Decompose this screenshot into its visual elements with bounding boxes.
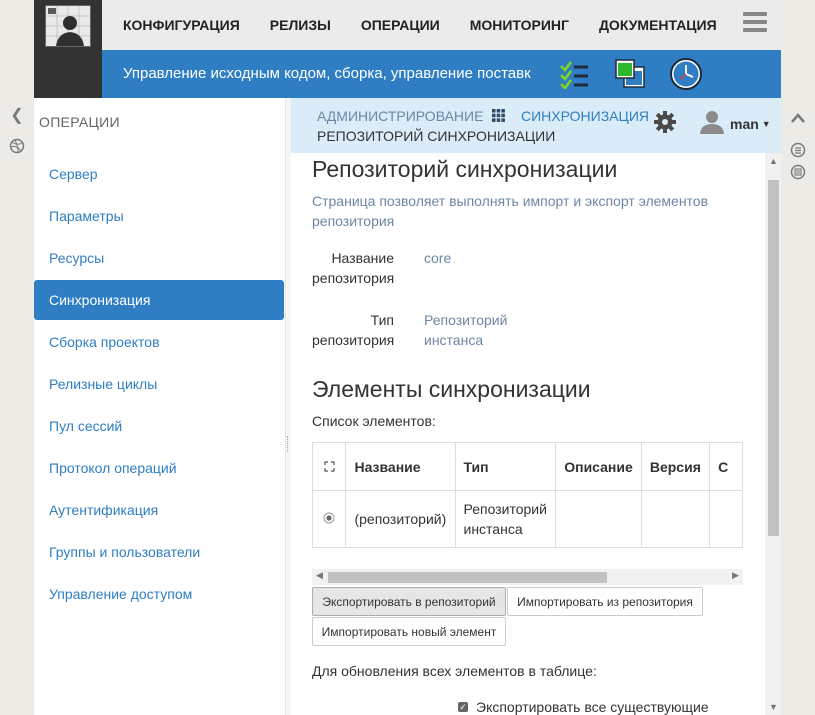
repo-name-value: core — [424, 250, 452, 266]
app-window: КОНФИГУРАЦИЯ РЕЛИЗЫ ОПЕРАЦИИ МОНИТОРИНГ … — [34, 0, 781, 715]
hamburger-menu-icon[interactable] — [743, 12, 767, 36]
sidebar-item-session-pool[interactable]: Пул сессий — [34, 406, 284, 446]
repo-type-value: Репозиторий инстанса — [424, 312, 508, 348]
menu-item-documentation[interactable]: ДОКУМЕНТАЦИЯ — [599, 17, 717, 33]
sidebar: ОПЕРАЦИИ Сервер Параметры Ресурсы Синхро… — [34, 98, 285, 715]
caret-down-icon: ▼ — [761, 118, 771, 129]
select-all-icon[interactable] — [312, 442, 347, 491]
cell-type: Репозиторий инстанса — [454, 490, 557, 548]
col-description[interactable]: Описание — [555, 442, 642, 491]
sidebar-item-operations-log[interactable]: Протокол операций — [34, 448, 284, 488]
dribbble-icon[interactable] — [8, 138, 26, 158]
page-title: Репозиторий синхронизации — [312, 156, 618, 182]
list-circle-icon[interactable] — [789, 142, 807, 162]
sidebar-item-parameters[interactable]: Параметры — [34, 196, 284, 236]
user-avatar-icon — [699, 110, 725, 137]
checklist-icon[interactable] — [559, 59, 591, 94]
cell-version — [640, 490, 711, 548]
section-title: Элементы синхронизации — [312, 376, 591, 402]
header-banner: Управление исходным кодом, сборка, управ… — [102, 50, 781, 98]
table-viewport: Название Тип Описание Версия С (репозито… — [312, 442, 743, 549]
export-all-label: Экспортировать все существующие — [476, 699, 709, 715]
import-new-element-button[interactable]: Импортировать новый элемент — [312, 617, 506, 646]
row-radio[interactable] — [312, 490, 347, 548]
sidebar-item-synchronization[interactable]: Синхронизация — [34, 280, 284, 320]
scroll-down-icon[interactable]: ▼ — [769, 702, 778, 712]
sidebar-title: ОПЕРАЦИИ — [39, 114, 120, 130]
repo-type-label: Тип репозитория — [312, 312, 395, 348]
logo[interactable] — [34, 0, 102, 98]
scroll-right-icon[interactable]: ▶ — [732, 570, 739, 581]
scroll-left-icon[interactable]: ◀ — [316, 570, 323, 581]
checkbox-checked-icon[interactable]: ✓ — [458, 702, 468, 712]
table-row[interactable]: (репозиторий) Репозиторий инстанса — [312, 490, 743, 548]
menu-item-monitoring[interactable]: МОНИТОРИНГ — [470, 17, 569, 33]
scroll-up-icon[interactable]: ▲ — [769, 156, 778, 166]
user-menu[interactable]: man ▼ — [699, 110, 771, 137]
cell-name: (репозиторий) — [345, 490, 456, 548]
sidebar-item-access-control[interactable]: Управление доступом — [34, 574, 284, 614]
breadcrumb-current: РЕПОЗИТОРИЙ СИНХРОНИЗАЦИИ — [317, 128, 556, 144]
left-gutter: ❮ — [0, 0, 34, 715]
sidebar-item-resources[interactable]: Ресурсы — [34, 238, 284, 278]
col-extra[interactable]: С — [709, 442, 743, 491]
main-content: Репозиторий синхронизации Страница позво… — [291, 153, 781, 715]
top-menu: КОНФИГУРАЦИЯ РЕЛИЗЫ ОПЕРАЦИИ МОНИТОРИНГ … — [123, 0, 747, 50]
breadcrumb-admin[interactable]: АДМИНИСТРИРОВАНИЕ — [317, 108, 483, 124]
menu-item-configuration[interactable]: КОНФИГУРАЦИЯ — [123, 17, 240, 33]
col-version[interactable]: Версия — [640, 442, 711, 491]
import-from-repo-button[interactable]: Импортировать из репозитория — [507, 587, 703, 616]
sidebar-item-project-build[interactable]: Сборка проектов — [34, 322, 284, 362]
clock-icon[interactable] — [669, 57, 703, 96]
page-description: Страница позволяет выполнять импорт и эк… — [312, 193, 709, 229]
cell-description — [555, 490, 642, 548]
windows-icon[interactable] — [614, 58, 646, 95]
breadcrumb-sync[interactable]: СИНХРОНИЗАЦИЯ — [521, 108, 649, 124]
col-type[interactable]: Тип — [454, 442, 557, 491]
export-to-repo-button[interactable]: Экспортировать в репозиторий — [312, 587, 506, 616]
cell-extra — [709, 490, 743, 548]
breadcrumb: АДМИНИСТРИРОВАНИЕ СИНХРОНИЗАЦИЯ РЕПОЗИТО… — [291, 98, 781, 153]
doc-circle-icon[interactable] — [789, 164, 807, 184]
user-name: man — [730, 115, 759, 132]
grid-icon — [492, 109, 505, 125]
right-gutter — [781, 0, 815, 715]
sidebar-item-server[interactable]: Сервер — [34, 154, 284, 194]
menu-item-releases[interactable]: РЕЛИЗЫ — [270, 17, 331, 33]
top-navbar: КОНФИГУРАЦИЯ РЕЛИЗЫ ОПЕРАЦИИ МОНИТОРИНГ … — [34, 0, 781, 51]
vertical-scroll-thumb[interactable] — [768, 180, 779, 536]
scroll-thumb[interactable] — [328, 572, 607, 583]
chevron-up-icon[interactable] — [789, 112, 807, 128]
list-label: Список элементов: — [312, 413, 436, 429]
col-name[interactable]: Название — [345, 442, 456, 491]
logo-user-icon — [45, 5, 91, 47]
sidebar-item-groups-users[interactable]: Группы и пользователи — [34, 532, 284, 572]
update-all-label: Для обновления всех элементов в таблице: — [312, 663, 597, 679]
menu-item-operations[interactable]: ОПЕРАЦИИ — [361, 17, 440, 33]
sync-elements-table: Название Тип Описание Версия С (репозито… — [312, 442, 743, 548]
gear-icon[interactable] — [653, 110, 677, 137]
table-horizontal-scrollbar[interactable]: ◀ ▶ — [312, 569, 743, 585]
sidebar-item-authentication[interactable]: Аутентификация — [34, 490, 284, 530]
app-subtitle: Управление исходным кодом, сборка, управ… — [123, 65, 531, 82]
table-header-row: Название Тип Описание Версия С — [312, 442, 743, 491]
content-vertical-scrollbar[interactable]: ▲ ▼ — [765, 153, 781, 715]
chevron-left-icon[interactable]: ❮ — [8, 108, 26, 124]
export-all-option[interactable]: ✓ Экспортировать все существующие — [458, 699, 709, 715]
repo-name-label: Название репозитория — [312, 250, 395, 286]
sidebar-item-release-cycles[interactable]: Релизные циклы — [34, 364, 284, 404]
